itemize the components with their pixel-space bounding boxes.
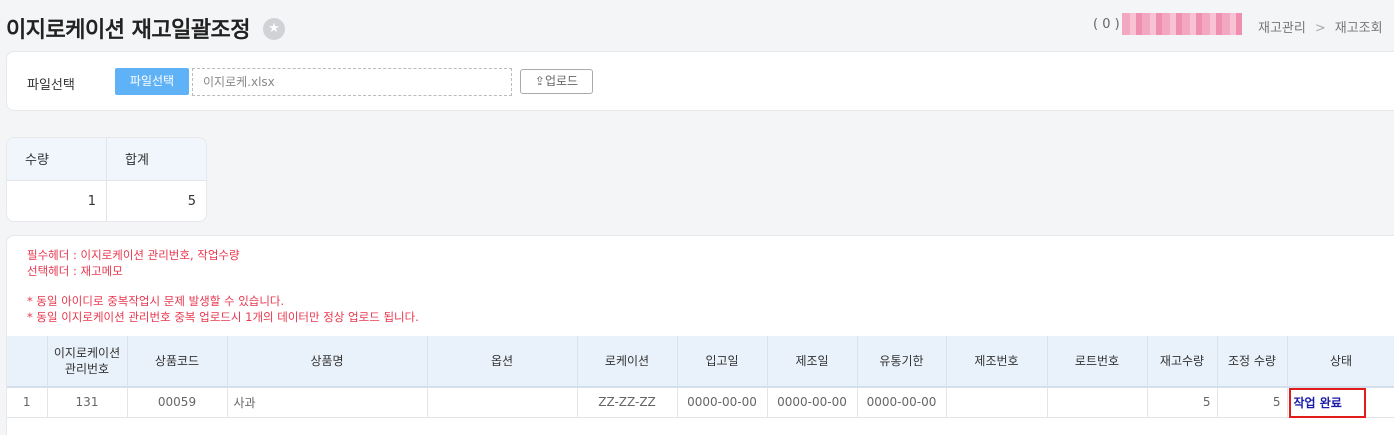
cell-adjust-qty: 5 — [1217, 387, 1288, 418]
file-select-label: 파일선택 — [27, 78, 75, 93]
summary-value-total: 5 — [106, 180, 206, 221]
summary-header-quantity: 수량 — [7, 138, 107, 181]
breadcrumb-item-stock-management[interactable]: 재고관리 — [1258, 21, 1306, 36]
breadcrumb-item-stock-inquiry[interactable]: 재고조회 — [1335, 21, 1383, 36]
cell-location: ZZ-ZZ-ZZ — [577, 387, 678, 418]
column-header-mgmt-no[interactable]: 이지로케이션 관리번호 — [47, 336, 128, 388]
star-icon[interactable]: ★ — [263, 18, 285, 40]
result-panel: 필수헤더 : 이지로케이션 관리번호, 작업수량 선택헤더 : 재고메모 * 동… — [6, 235, 1394, 435]
column-header-stock-qty[interactable]: 재고수량 — [1147, 336, 1218, 388]
upload-panel: 파일선택 파일선택 이지로케.xlsx ⇪업로드 — [6, 51, 1394, 111]
breadcrumb: 재고관리 > 재고조회 — [1258, 17, 1383, 36]
column-header-in-date[interactable]: 입고일 — [677, 336, 768, 388]
upload-icon: ⇪ — [534, 74, 545, 88]
cell-product-code: 00059 — [127, 387, 228, 418]
summary-table: 수량 합계 1 5 — [7, 138, 206, 221]
column-header-mfg-no[interactable]: 제조번호 — [946, 336, 1048, 388]
cell-mfg-date: 0000-00-00 — [767, 387, 858, 418]
redacted-user-name — [1122, 13, 1242, 35]
cell-no: 1 — [7, 387, 48, 418]
column-header-expiry[interactable]: 유통기한 — [857, 336, 947, 388]
summary-value-quantity: 1 — [87, 193, 96, 209]
file-name-field[interactable]: 이지로케.xlsx — [192, 68, 512, 96]
column-header-status[interactable]: 상태 — [1287, 336, 1394, 388]
duplicate-upload-warning: * 동일 이지로케이션 관리번호 중복 업로드시 1개의 데이터만 정상 업로드… — [27, 309, 419, 324]
cell-option — [427, 387, 578, 418]
column-header-mfg-date[interactable]: 제조일 — [767, 336, 858, 388]
status-badge: 작업 완료 — [1293, 395, 1342, 410]
column-header-location[interactable]: 로케이션 — [577, 336, 678, 388]
cell-stock-qty: 5 — [1147, 387, 1218, 418]
page-title: 이지로케이션 재고일괄조정 — [6, 18, 251, 43]
cell-product-name: 사과 — [227, 387, 428, 418]
column-header-product-code[interactable]: 상품코드 — [127, 336, 228, 388]
result-grid: 이지로케이션 관리번호 상품코드 상품명 옵션 로케이션 입고일 제조일 유통기한… — [7, 336, 1394, 418]
cell-mfg-no — [946, 387, 1048, 418]
summary-panel: 수량 합계 1 5 — [6, 137, 207, 222]
upload-button-label: 업로드 — [544, 74, 579, 88]
cell-expiry: 0000-00-00 — [857, 387, 947, 418]
column-header-no — [7, 336, 48, 388]
file-select-button[interactable]: 파일선택 — [115, 68, 189, 95]
page-header: 이지로케이션 재고일괄조정 ★ ( 0 ) 재고관리 > 재고조회 — [0, 0, 1394, 50]
column-header-lot-no[interactable]: 로트번호 — [1047, 336, 1148, 388]
required-headers-notice: 필수헤더 : 이지로케이션 관리번호, 작업수량 — [27, 248, 240, 262]
optional-headers-notice: 선택헤더 : 재고메모 — [27, 263, 123, 278]
duplicate-work-warning: * 동일 아이디로 중복작업시 문제 발생할 수 있습니다. — [27, 294, 285, 308]
grid-header-row: 이지로케이션 관리번호 상품코드 상품명 옵션 로케이션 입고일 제조일 유통기한… — [7, 336, 1394, 388]
summary-header-total: 합계 — [106, 138, 206, 181]
cell-in-date: 0000-00-00 — [677, 387, 768, 418]
upload-button[interactable]: ⇪업로드 — [520, 69, 593, 94]
cell-lot-no — [1047, 387, 1148, 418]
table-row[interactable]: 1 131 00059 사과 ZZ-ZZ-ZZ 0000-00-00 0000-… — [7, 387, 1394, 418]
cell-status: 작업 완료 — [1287, 387, 1394, 418]
notice-block: 필수헤더 : 이지로케이션 관리번호, 작업수량 선택헤더 : 재고메모 * 동… — [27, 248, 419, 325]
column-header-product-name[interactable]: 상품명 — [227, 336, 428, 388]
column-header-option[interactable]: 옵션 — [427, 336, 578, 388]
column-header-adjust-qty[interactable]: 조정 수량 — [1217, 336, 1288, 388]
user-count: ( 0 ) — [1093, 17, 1120, 32]
cell-mgmt-no: 131 — [47, 387, 128, 418]
chevron-right-icon: > — [1314, 21, 1326, 36]
